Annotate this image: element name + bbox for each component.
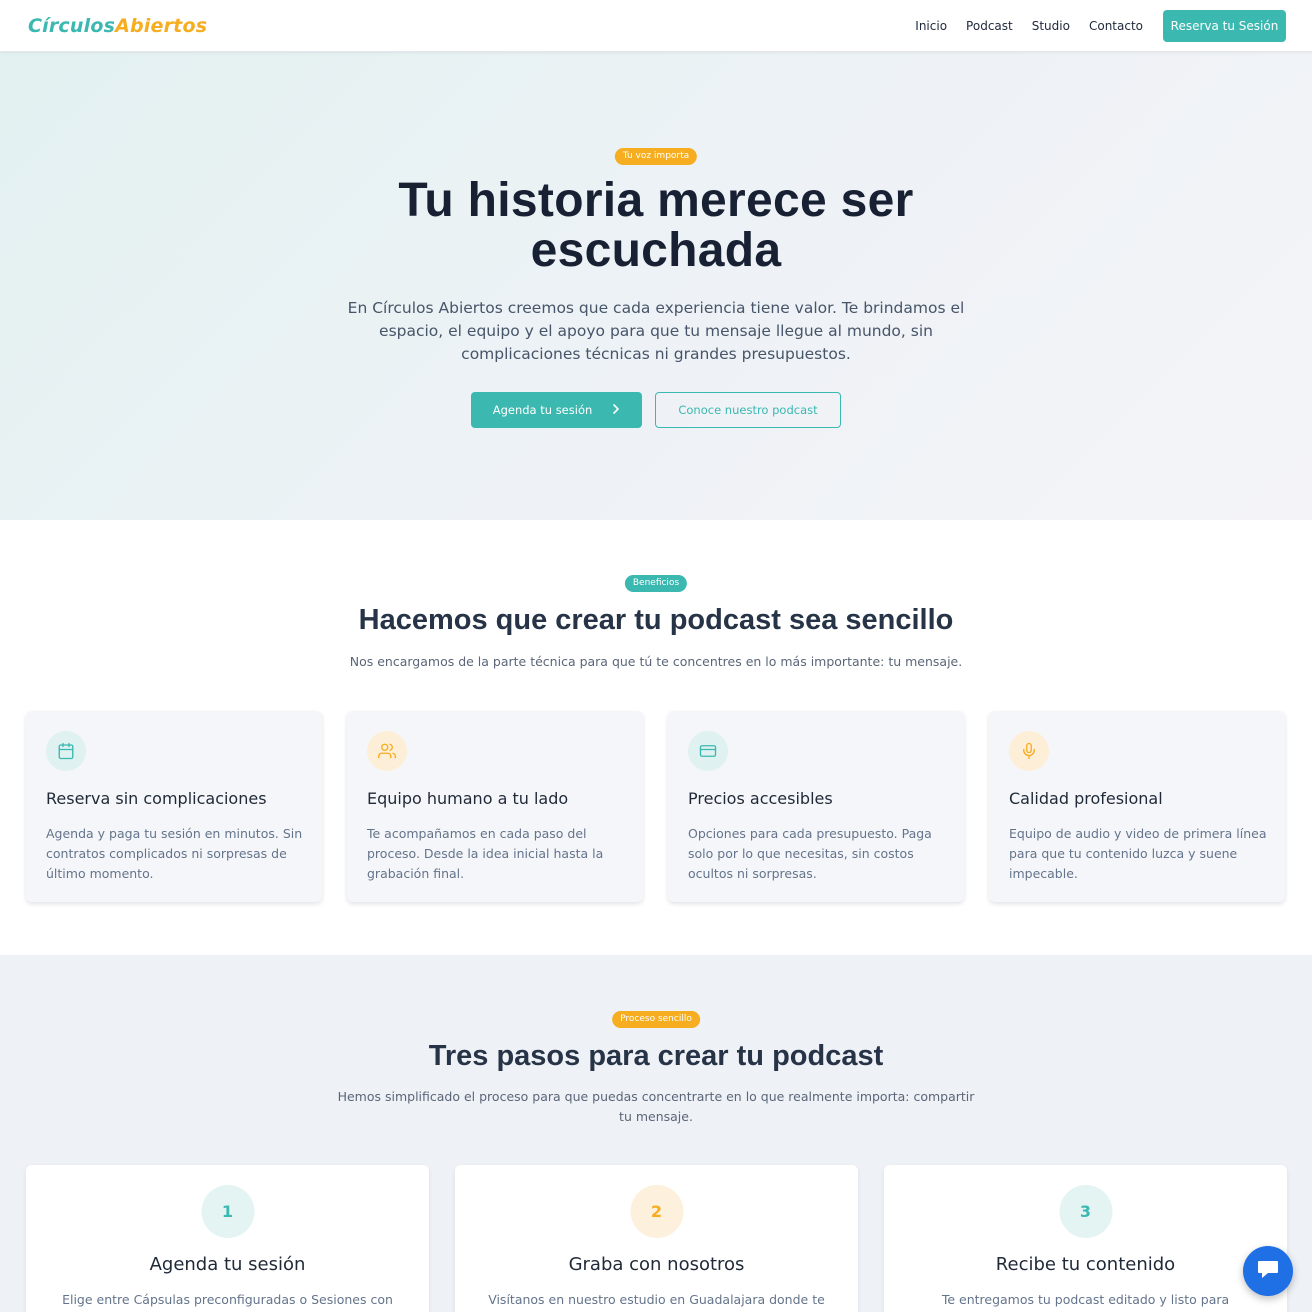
chat-widget-button[interactable]: [1243, 1246, 1293, 1296]
benefits-title: Hacemos que crear tu podcast sea sencill…: [358, 604, 954, 636]
nav-link-studio[interactable]: Studio: [1032, 19, 1070, 33]
benefit-text: Te acompañamos en cada paso del proceso.…: [367, 826, 604, 881]
hero-title-line-1: Tu historia merece ser: [398, 174, 914, 227]
benefits-section: Beneficios Hacemos que crear tu podcast …: [0, 520, 1312, 955]
step-card: 2 Graba con nosotros Visítanos en nuestr…: [455, 1165, 858, 1312]
hero-title: Tu historia merece ser escuchada: [0, 176, 1312, 276]
hero-title-line-2: escuchada: [530, 224, 782, 277]
hero-buttons: Agenda tu sesión Conoce nuestro podcast: [471, 392, 841, 428]
benefit-cards: Reserva sin complicaciones Agenda y paga…: [26, 711, 1310, 902]
main-nav: Inicio Podcast Studio Contacto Reserva t…: [915, 9, 1286, 42]
logo[interactable]: CírculosAbiertos: [28, 15, 207, 37]
benefit-title: Calidad profesional: [1009, 789, 1163, 808]
benefit-text: Equipo de audio y video de primera línea…: [1009, 826, 1267, 881]
step-number: 2: [630, 1185, 683, 1238]
steps-section: Proceso sencillo Tres pasos para crear t…: [0, 955, 1312, 1312]
benefits-subtitle: Nos encargamos de la parte técnica para …: [349, 654, 963, 669]
benefit-text: Opciones para cada presupuesto. Paga sol…: [688, 826, 932, 881]
view-podcast-button[interactable]: Conoce nuestro podcast: [655, 392, 841, 428]
calendar-icon: [46, 731, 86, 771]
benefit-card: Equipo humano a tu lado Te acompañamos e…: [347, 711, 643, 902]
benefits-badge: Beneficios: [624, 575, 688, 592]
site-header: CírculosAbiertos Inicio Podcast Studio C…: [0, 0, 1312, 52]
benefit-card: Precios accesibles Opciones para cada pr…: [668, 711, 964, 902]
step-cards: 1 Agenda tu sesión Elige entre Cápsulas …: [26, 1165, 1312, 1312]
nav-link-contacto[interactable]: Contacto: [1089, 19, 1143, 33]
step-title: Graba con nosotros: [568, 1254, 745, 1275]
benefit-card: Reserva sin complicaciones Agenda y paga…: [26, 711, 322, 902]
hero-description: En Círculos Abiertos creemos que cada ex…: [347, 299, 965, 363]
step-text: Te entregamos tu podcast editado y listo…: [941, 1292, 1230, 1307]
steps-badge: Proceso sencillo: [612, 1011, 700, 1028]
chevron-right-icon: [612, 403, 620, 418]
step-card: 3 Recibe tu contenido Te entregamos tu p…: [884, 1165, 1287, 1312]
hero-section: Tu voz importa Tu historia merece ser es…: [0, 52, 1312, 520]
step-title: Agenda tu sesión: [149, 1254, 306, 1275]
logo-part-2: Abiertos: [115, 14, 208, 37]
nav-link-podcast[interactable]: Podcast: [966, 19, 1013, 33]
step-card: 1 Agenda tu sesión Elige entre Cápsulas …: [26, 1165, 429, 1312]
benefit-title: Reserva sin complicaciones: [46, 789, 267, 808]
step-number: 3: [1059, 1185, 1112, 1238]
microphone-icon: [1009, 731, 1049, 771]
benefit-text: Agenda y paga tu sesión en minutos. Sin …: [46, 826, 303, 881]
logo-part-1: Círculos: [28, 14, 116, 37]
benefit-title: Equipo humano a tu lado: [367, 789, 569, 808]
users-icon: [367, 731, 407, 771]
benefit-title: Precios accesibles: [688, 789, 833, 808]
steps-subtitle: Hemos simplificado el proceso para que p…: [337, 1089, 975, 1124]
nav-link-inicio[interactable]: Inicio: [915, 19, 947, 33]
step-text: Visítanos en nuestro estudio en Guadalaj…: [488, 1292, 825, 1307]
steps-title: Tres pasos para crear tu podcast: [428, 1040, 884, 1072]
step-title: Recibe tu contenido: [995, 1254, 1176, 1275]
chat-bubble-icon: [1256, 1258, 1280, 1284]
hero-badge: Tu voz importa: [614, 148, 698, 165]
schedule-session-button[interactable]: Agenda tu sesión: [471, 392, 642, 428]
step-text: Elige entre Cápsulas preconfiguradas o S…: [62, 1292, 393, 1307]
credit-card-icon: [688, 731, 728, 771]
reserve-session-button[interactable]: Reserva tu Sesión: [1163, 9, 1286, 42]
benefit-card: Calidad profesional Equipo de audio y vi…: [989, 711, 1285, 902]
schedule-session-label: Agenda tu sesión: [492, 403, 593, 417]
step-number: 1: [201, 1185, 254, 1238]
